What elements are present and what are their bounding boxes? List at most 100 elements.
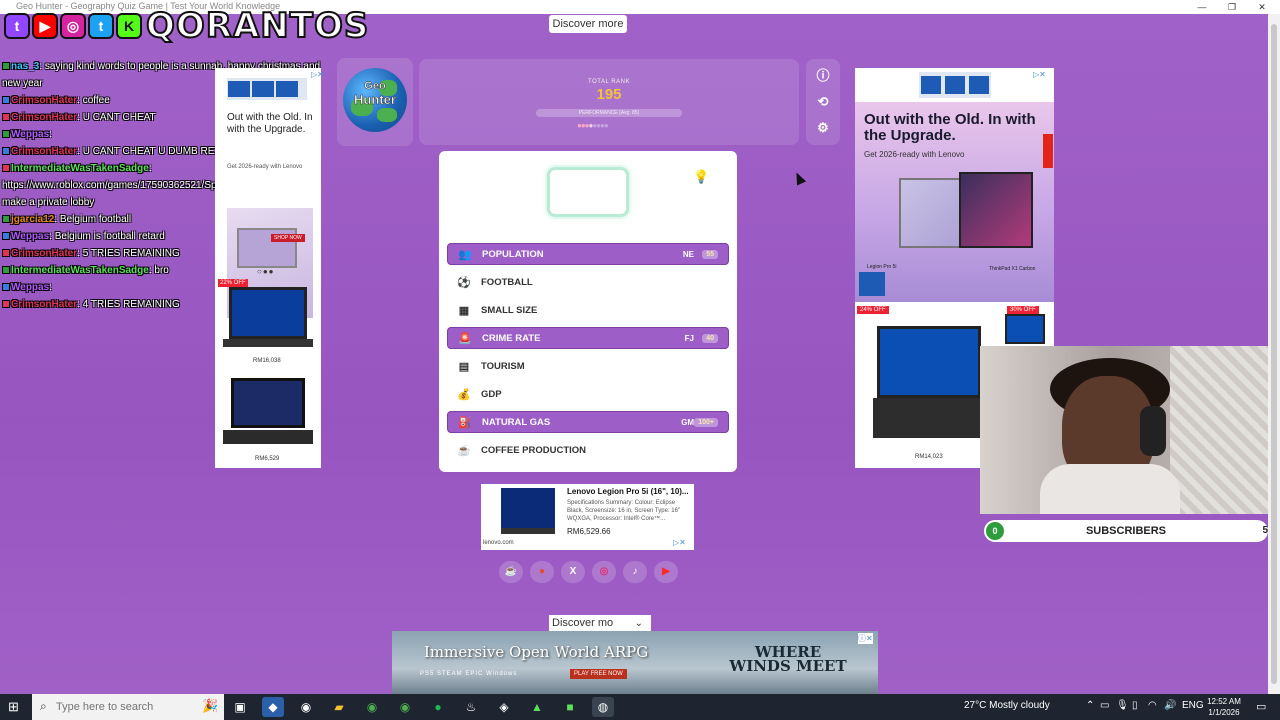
coffee-icon[interactable]: ☕	[499, 561, 523, 583]
network-icon[interactable]: ▯	[1132, 700, 1138, 711]
ad-choices-icon[interactable]: ⓘ✕	[858, 633, 873, 644]
side-buttons: ⓘ ⟲ ⚙	[806, 59, 840, 145]
laptop-product-image[interactable]	[873, 326, 985, 438]
product-ad[interactable]: Lenovo Legion Pro 5i (16", 10)... Specif…	[481, 484, 694, 550]
reddit-icon[interactable]: ●	[530, 561, 554, 583]
steam-icon[interactable]: ♨	[460, 697, 482, 717]
tiktok-icon[interactable]: ♪	[623, 561, 647, 583]
chrome-icon[interactable]: ◉	[361, 697, 383, 717]
app-icon[interactable]: ◈	[493, 697, 515, 717]
chat-username[interactable]: nas_3	[11, 61, 39, 72]
youtube-icon[interactable]: ▶	[654, 561, 678, 583]
subscriber-label: SUBSCRIBERS	[1085, 525, 1167, 537]
product-price: RM6,529.66	[567, 527, 611, 536]
category-row[interactable]: ▦ SMALL SIZE	[447, 299, 729, 321]
minecraft-icon[interactable]: ■	[559, 697, 581, 717]
brand-name: QORANTOS	[145, 5, 370, 47]
ad-right-title: Out with the Old. In with the Upgrade.	[864, 111, 1036, 144]
intel-logos	[227, 78, 307, 100]
chat-username[interactable]: CrimsonHater	[11, 95, 77, 106]
chat-username[interactable]: CrimsonHater	[11, 248, 77, 259]
carousel-dots[interactable]: ○●●	[257, 267, 275, 276]
country-code: FJ	[684, 333, 694, 343]
left-lenovo-ad[interactable]: ▷✕ Out with the Old. In with the Upgrade…	[215, 68, 324, 468]
laptop-product-image[interactable]	[223, 285, 313, 357]
chrome-icon[interactable]: ◉	[394, 697, 416, 717]
wifi-icon[interactable]: ◠	[1148, 700, 1157, 711]
search-icon: ⌕	[40, 699, 47, 713]
app-icon[interactable]: ◉	[295, 697, 317, 717]
product-title[interactable]: Lenovo Legion Pro 5i (16", 10)...	[567, 487, 691, 496]
copilot-icon[interactable]: ◆	[262, 697, 284, 717]
category-row[interactable]: ⚽ FOOTBALL	[447, 271, 729, 293]
play-free-button[interactable]: PLAY FREE NOW	[570, 669, 627, 679]
scrollbar-thumb[interactable]	[1271, 24, 1277, 684]
refresh-icon[interactable]: ⟲	[814, 93, 832, 111]
chevron-down-icon[interactable]: ⌄	[635, 615, 643, 632]
chat-text: : Belgium is football retard	[49, 231, 165, 242]
game-banner-ad[interactable]: Immersive Open World ARPG WHERE WINDS ME…	[392, 631, 878, 694]
search-input[interactable]	[56, 699, 186, 715]
category-row: 👥 POPULATION NE 55	[447, 243, 729, 265]
vertical-scrollbar[interactable]	[1268, 14, 1280, 694]
restore-button[interactable]: ❐	[1220, 0, 1244, 14]
obs-icon[interactable]: ◍	[592, 697, 614, 717]
discount-badge: 22% OFF	[218, 279, 248, 287]
lightbulb-icon[interactable]: 💡	[693, 169, 709, 185]
ad-choices-icon[interactable]: ▷✕	[673, 538, 686, 547]
ad-choices-icon[interactable]: ▷✕	[1033, 70, 1046, 79]
chat-username[interactable]: CrimsonHater	[11, 112, 77, 123]
category-row[interactable]: 💰 GDP	[447, 383, 729, 405]
settings-icon[interactable]: ⚙	[814, 119, 832, 137]
file-explorer-icon[interactable]: ▰	[328, 697, 350, 717]
product-price: RM16,038	[253, 358, 281, 364]
minimize-button[interactable]: —	[1190, 0, 1214, 14]
chat-text: : 5 TRIES REMAINING	[77, 248, 180, 259]
ad-choices-icon[interactable]: ▷✕	[311, 70, 324, 79]
category-row[interactable]: ☕ COFFEE PRODUCTION	[447, 439, 729, 461]
spotify-icon[interactable]: ●	[427, 697, 449, 717]
chat-username[interactable]: Weppas	[11, 129, 49, 140]
instagram-icon[interactable]: ◎	[592, 561, 616, 583]
geo-hunter-logo[interactable]: Geo Hunter	[337, 58, 413, 146]
legion-laptop-image[interactable]	[223, 378, 313, 454]
tray-icon[interactable]: ▭	[1100, 700, 1109, 711]
chat-badge-icon	[2, 130, 10, 139]
close-button[interactable]: ✕	[1250, 0, 1274, 14]
task-view-icon[interactable]: ▣	[229, 697, 251, 717]
laptop-product-image[interactable]	[1005, 314, 1045, 344]
app-icon[interactable]: ▲	[526, 697, 548, 717]
chat-username[interactable]: IntermediateWasTakenSadge	[11, 163, 149, 174]
category-row[interactable]: ▤ TOURISM	[447, 355, 729, 377]
chat-badge-icon	[2, 113, 10, 122]
chat-username[interactable]: Weppas	[11, 231, 49, 242]
taskbar-search[interactable]: ⌕ 🎉	[32, 694, 224, 720]
windows-start-icon[interactable]: ⊞	[8, 699, 19, 715]
chat-badge-icon	[2, 215, 10, 224]
system-clock[interactable]: 12:52 AM 1/1/2026	[1202, 696, 1246, 718]
search-highlight-icon: 🎉	[202, 698, 219, 713]
intel-logos	[919, 72, 991, 98]
streamer-brand-overlay: t ▶ ◎ t K QORANTOS	[4, 4, 369, 48]
category-icon: ☕	[457, 444, 471, 457]
notification-icon[interactable]: ▭	[1256, 700, 1266, 713]
tray-chevron-icon[interactable]: ⌃	[1086, 700, 1094, 711]
chat-username[interactable]: CrimsonHater	[11, 146, 77, 157]
x-icon[interactable]: X	[561, 561, 585, 583]
chat-username[interactable]: IntermediateWasTakenSadge	[11, 265, 149, 276]
shop-now-button[interactable]: SHOP NOW	[271, 234, 305, 242]
discover-more-top-button[interactable]: Discover more	[549, 15, 627, 33]
discover-more-bottom-button[interactable]: Discover mo ⌄	[549, 615, 651, 632]
language-indicator[interactable]: ENG	[1182, 700, 1204, 711]
microphone-icon[interactable]: 🎙	[1116, 700, 1129, 711]
volume-icon[interactable]: 🔊	[1164, 700, 1176, 711]
chat-username[interactable]: Weppas	[11, 282, 49, 293]
chat-username[interactable]: CrimsonHater	[11, 299, 77, 310]
chat-badge-icon	[2, 147, 10, 156]
weather-widget[interactable]: 27°C Mostly cloudy	[964, 700, 1050, 711]
info-icon[interactable]: ⓘ	[814, 67, 832, 85]
discount-badge: 24% OFF	[857, 306, 889, 314]
chat-username[interactable]: jgarcia12	[11, 214, 54, 225]
subscriber-goal: 5	[1262, 525, 1268, 536]
logo-text-hunter: Hunter	[354, 92, 396, 108]
